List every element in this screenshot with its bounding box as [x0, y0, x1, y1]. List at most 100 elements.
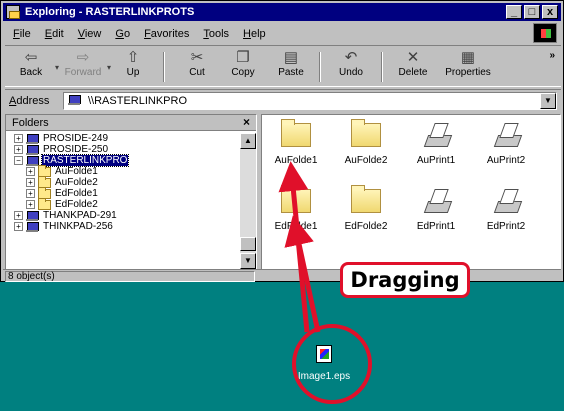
minimize-button[interactable]: _ — [506, 5, 522, 19]
menu-tools[interactable]: Tools — [203, 28, 229, 40]
tree-item[interactable]: + THINKPAD-256 — [6, 221, 238, 232]
folder-icon — [38, 198, 51, 210]
window-controls: _ □ x — [506, 5, 558, 19]
up-folder-icon: ⇧ — [126, 49, 140, 66]
item-label: AuPrint1 — [416, 155, 456, 166]
address-bar: Address \\RASTERLINKPRO ▼ — [5, 89, 561, 111]
tree-item-label: AuFolde1 — [55, 166, 98, 177]
folder-icon — [351, 185, 381, 213]
toolbar: ⇦ Back ▾ ⇨ Forward ▾ ⇧ Up ✂ Cut ❐ Copy ▤… — [5, 45, 561, 87]
tree-item[interactable]: + THANKPAD-291 — [6, 210, 238, 221]
properties-button[interactable]: ▦ Properties — [441, 49, 495, 85]
expand-icon[interactable]: + — [14, 211, 23, 220]
folders-header: Folders × — [6, 115, 256, 131]
menu-go[interactable]: Go — [115, 28, 130, 40]
printer-item[interactable]: EdPrint1 — [406, 187, 466, 239]
status-bar: 8 object(s) — [3, 269, 561, 282]
expand-icon[interactable]: + — [26, 200, 35, 209]
tree-item-label: RASTERLINKPRO — [40, 154, 130, 167]
explorer-window: Exploring - RASTERLINKPROTS _ □ x File E… — [0, 0, 564, 282]
copy-button[interactable]: ❐ Copy — [221, 49, 265, 85]
up-button[interactable]: ⇧ Up — [111, 49, 155, 85]
maximize-button[interactable]: □ — [524, 5, 540, 19]
back-label: Back — [19, 67, 43, 78]
cut-button[interactable]: ✂ Cut — [175, 49, 219, 85]
eps-file-icon — [316, 345, 332, 363]
expand-icon[interactable]: + — [26, 189, 35, 198]
undo-label: Undo — [339, 67, 363, 78]
forward-arrow-icon: ⇨ — [76, 49, 90, 66]
toolbar-more-chevron-icon[interactable]: » — [549, 50, 555, 61]
folder-icon — [351, 119, 381, 147]
title-bar[interactable]: Exploring - RASTERLINKPROTS _ □ x — [3, 3, 561, 21]
desktop-file-image1[interactable]: Image1.eps — [296, 341, 352, 391]
tree-item-label: EdFolde2 — [55, 199, 98, 210]
menu-file[interactable]: File — [13, 28, 31, 40]
tree-item-label: PROSIDE-250 — [43, 144, 109, 155]
expand-icon[interactable]: + — [26, 178, 35, 187]
printer-icon — [492, 189, 520, 213]
expand-icon[interactable]: + — [14, 222, 23, 231]
expand-icon[interactable]: + — [14, 145, 23, 154]
item-label: EdFolde1 — [274, 221, 318, 232]
expand-icon[interactable]: + — [14, 134, 23, 143]
cut-label: Cut — [189, 67, 205, 78]
tree-item-label: THANKPAD-291 — [43, 210, 117, 221]
copy-icon: ❐ — [236, 49, 250, 66]
dragging-callout: Dragging — [340, 262, 470, 298]
delete-button[interactable]: ✕ Delete — [391, 49, 435, 85]
back-button[interactable]: ⇦ Back ▾ — [9, 49, 59, 85]
forward-button[interactable]: ⇨ Forward ▾ — [61, 49, 111, 85]
tree-item-label: EdFolde1 — [55, 188, 98, 199]
item-label: AuFolde1 — [274, 155, 318, 166]
menu-bar: File Edit View Go Favorites Tools Help — [5, 25, 535, 43]
folder-item[interactable]: AuFolde2 — [336, 119, 396, 173]
toolbar-separator — [319, 52, 321, 82]
tree-item-label: AuFolde2 — [55, 177, 98, 188]
tree-item[interactable]: + EdFolde2 — [6, 198, 238, 210]
copy-label: Copy — [231, 67, 255, 78]
scissors-icon: ✂ — [190, 49, 204, 66]
computer-icon — [26, 156, 39, 166]
printer-item[interactable]: AuPrint2 — [476, 121, 536, 173]
printer-icon — [492, 123, 520, 147]
close-button[interactable]: x — [542, 5, 558, 19]
address-input[interactable]: \\RASTERLINKPRO ▼ — [63, 92, 557, 110]
folders-title: Folders — [12, 117, 49, 129]
printer-item[interactable]: EdPrint2 — [476, 187, 536, 239]
scroll-thumb[interactable] — [240, 237, 256, 251]
paste-button[interactable]: ▤ Paste — [269, 49, 313, 85]
paste-icon: ▤ — [283, 49, 299, 66]
explorer-app-icon — [6, 5, 20, 19]
computer-icon — [26, 134, 39, 144]
printer-item[interactable]: AuPrint1 — [406, 121, 466, 173]
scroll-up-icon[interactable]: ▲ — [240, 133, 256, 149]
computer-icon — [26, 222, 39, 232]
undo-button[interactable]: ↶ Undo — [329, 49, 373, 85]
folders-scrollbar[interactable]: ▲ ▼ — [240, 133, 256, 269]
folders-close-icon[interactable]: × — [243, 115, 250, 129]
menu-help[interactable]: Help — [243, 28, 266, 40]
item-label: EdFolde2 — [344, 221, 388, 232]
menu-edit[interactable]: Edit — [45, 28, 64, 40]
desktop-file-label: Image1.eps — [297, 371, 351, 382]
expand-icon[interactable]: + — [26, 167, 35, 176]
tree-item[interactable]: + PROSIDE-250 — [6, 144, 238, 155]
menu-favorites[interactable]: Favorites — [144, 28, 189, 40]
toolbar-separator — [163, 52, 165, 82]
folder-item[interactable]: EdFolde2 — [336, 185, 396, 239]
computer-icon — [26, 211, 39, 221]
address-value[interactable]: \\RASTERLINKPRO — [88, 95, 187, 107]
tree-item[interactable]: + PROSIDE-249 — [6, 133, 238, 144]
back-dropdown-icon[interactable]: ▾ — [55, 63, 59, 72]
folder-item[interactable]: EdFolde1 — [266, 185, 326, 239]
item-label: EdPrint1 — [416, 221, 456, 232]
computer-icon — [68, 95, 81, 105]
address-dropdown-icon[interactable]: ▼ — [540, 93, 556, 109]
scroll-down-icon[interactable]: ▼ — [240, 253, 256, 269]
properties-label: Properties — [445, 67, 491, 78]
collapse-icon[interactable]: − — [14, 156, 23, 165]
computer-icon — [26, 145, 39, 155]
folder-item[interactable]: AuFolde1 — [266, 119, 326, 173]
menu-view[interactable]: View — [78, 28, 102, 40]
